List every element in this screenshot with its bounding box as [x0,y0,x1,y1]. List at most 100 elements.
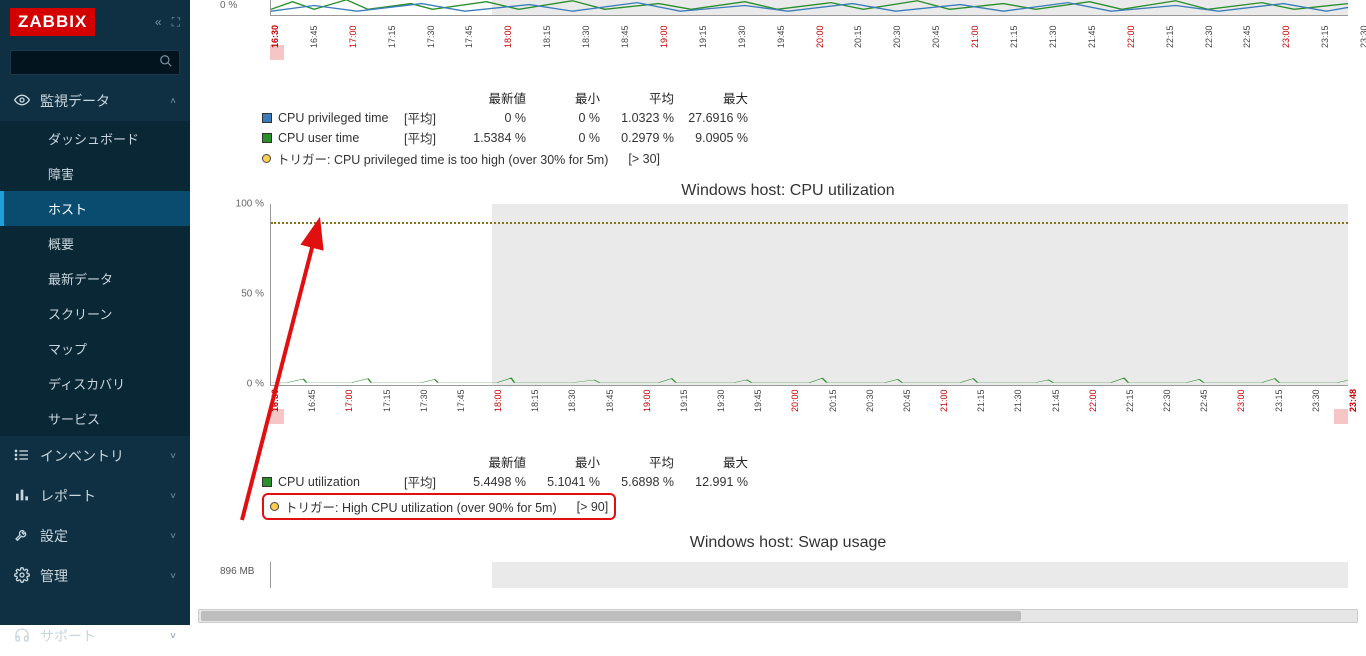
list-icon [14,447,30,466]
x-tick: 22:15 [1165,25,1175,48]
nav-item[interactable]: 最新データ [0,261,190,296]
legend-series-row: CPU utilization[平均]5.4498 %5.1041 %5.689… [262,472,1356,491]
y-tick: 100 % [236,199,264,210]
x-tick: 18:00 [503,25,513,48]
logo[interactable]: ZABBIX [10,8,95,36]
x-tick: 20:30 [892,25,902,48]
graph-block-cpuutil: Windows host: CPU utilization 100 %50 %0… [220,182,1356,520]
legend-swatch [262,477,272,487]
legend-name: CPU privileged time [278,111,404,125]
sidebar: ZABBIX « ⛶ 監視データ˄ダッシュボード障害ホスト概要最新データスクリー… [0,0,190,625]
x-tick: 19:45 [753,389,763,412]
trigger-row-cputime: トリガー: CPU privileged time is too high (o… [262,149,1356,168]
x-tick: 20:00 [790,389,800,412]
chevron-down-icon: ˅ [170,491,176,502]
x-tick: 22:00 [1088,389,1098,412]
wrench-icon [14,527,30,546]
legend-name: CPU user time [278,131,404,145]
x-tick: 18:00 [493,389,503,412]
x-tick: 23:48 [1348,389,1358,412]
x-tick: 22:30 [1204,25,1214,48]
x-tick: 22:15 [1125,389,1135,412]
chevron-down-icon: ˅ [170,571,176,582]
cpu-series-line [271,345,1348,385]
legend-agg: [平均] [404,108,452,127]
nav-item[interactable]: マップ [0,331,190,366]
x-tick: 22:45 [1199,389,1209,412]
x-tick: 17:45 [456,389,466,412]
nav-section-label: インベントリ [40,446,160,466]
x-tick: 19:30 [737,25,747,48]
x-tick: 16:30 [270,389,280,412]
x-tick: 19:15 [679,389,689,412]
graph-title-cpu: Windows host: CPU utilization [220,182,1356,200]
nav-item[interactable]: サービス [0,401,190,436]
nav-item[interactable]: 概要 [0,226,190,261]
graph-block-swap: Windows host: Swap usage 896 MB [220,534,1356,588]
nav-item[interactable]: ディスカバリ [0,366,190,401]
nav-section-label: 管理 [40,566,160,586]
gear-icon [14,567,30,586]
nav-section-bar[interactable]: レポート˅ [0,476,190,516]
search-input[interactable] [17,56,159,70]
legend-name: CPU utilization [278,475,404,489]
nav-section-label: 監視データ [40,91,160,111]
x-tick: 18:30 [581,25,591,48]
nav-section-list[interactable]: インベントリ˅ [0,436,190,476]
x-tick: 19:00 [659,25,669,48]
graph-title-swap: Windows host: Swap usage [220,534,1356,552]
nav-section-wrench[interactable]: 設定˅ [0,516,190,556]
x-tick: 18:15 [542,25,552,48]
x-tick: 23:30 [1311,389,1321,412]
x-tick: 23:00 [1281,25,1291,48]
nav-item[interactable]: ダッシュボード [0,121,190,156]
x-tick: 19:15 [698,25,708,48]
horizontal-scrollbar[interactable] [198,609,1358,623]
x-tick: 23:15 [1274,389,1284,412]
x-tick: 17:00 [344,389,354,412]
search-box[interactable] [10,50,180,75]
x-tick: 16:45 [307,389,317,412]
x-tick: 18:45 [605,389,615,412]
search-icon[interactable] [159,54,173,71]
x-tick: 16:45 [309,25,319,48]
chart-plot-cpu[interactable] [270,204,1348,386]
x-tick: 21:15 [976,389,986,412]
x-tick: 18:30 [567,389,577,412]
nav-section-gear[interactable]: 管理 ˅ [0,556,190,596]
x-tick: 21:00 [970,25,980,48]
cputime-sparkline [271,0,1348,15]
threshold-line [271,222,1348,224]
x-tick: 21:15 [1009,25,1019,48]
x-tick: 17:15 [382,389,392,412]
x-tick: 17:45 [464,25,474,48]
x-tick: 23:30 [1359,25,1366,48]
eye-icon [14,92,30,111]
x-tick: 20:00 [815,25,825,48]
legend-series-row: CPU user time[平均]1.5384 %0 %0.2979 %9.09… [262,128,1356,147]
x-tick: 23:15 [1320,25,1330,48]
x-tick: 20:45 [931,25,941,48]
x-tick: 21:00 [939,389,949,412]
collapse-icon[interactable]: « [155,15,162,30]
bar-icon [14,487,30,506]
nav-item[interactable]: 障害 [0,156,190,191]
fullscreen-icon[interactable]: ⛶ [172,15,180,30]
trigger-dot-icon [262,154,271,163]
scrollbar-handle[interactable] [201,611,1021,621]
x-tick: 18:45 [620,25,630,48]
x-tick: 21:45 [1051,389,1061,412]
time-band-end [1334,409,1348,424]
legend-cputime: 最新値 最小 平均 最大 CPU privileged time[平均]0 %0… [262,88,1356,168]
trigger-row-cpuutil-highlighted: トリガー: High CPU utilization (over 90% for… [262,493,616,520]
nav-section-eye[interactable]: 監視データ˄ [0,81,190,121]
y-tick: 50 % [241,289,264,300]
x-tick: 19:00 [642,389,652,412]
chevron-down-icon: ˅ [170,631,176,642]
nav-section-support[interactable]: サポート˅ [0,616,190,656]
x-tick: 17:30 [419,389,429,412]
support-icon [14,627,30,646]
x-tick: 17:15 [387,25,397,48]
nav-item[interactable]: スクリーン [0,296,190,331]
nav-item[interactable]: ホスト [0,191,190,226]
